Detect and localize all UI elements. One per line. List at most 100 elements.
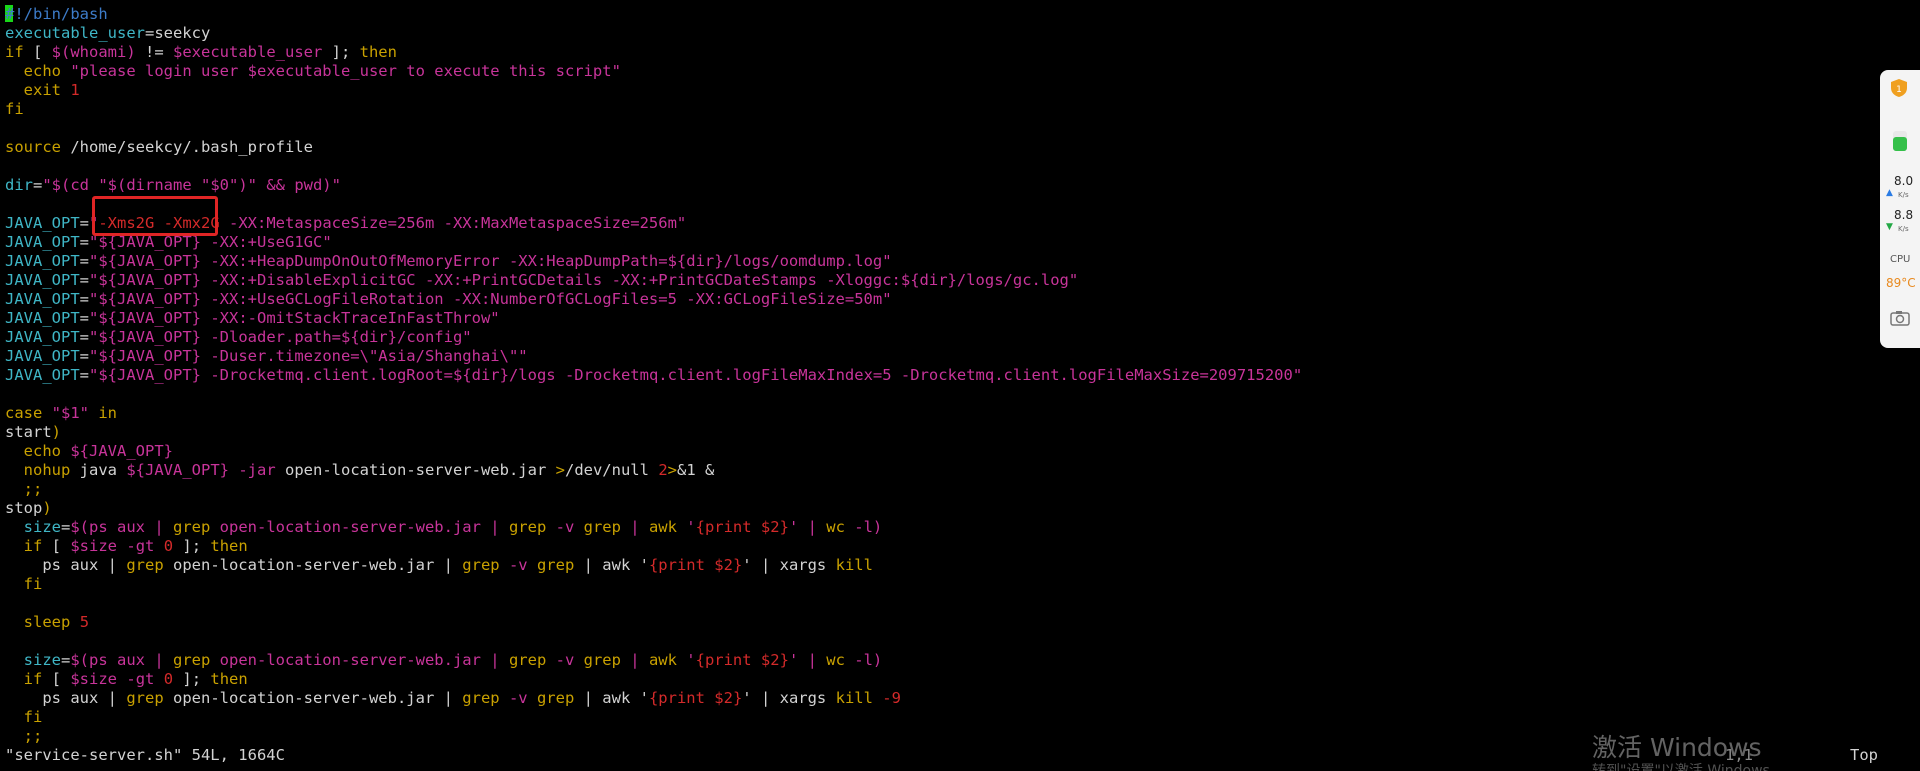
code-token: ;; bbox=[23, 727, 43, 745]
code-line[interactable]: source /home/seekcy/.bash_profile bbox=[5, 138, 313, 157]
code-line[interactable]: JAVA_OPT="${JAVA_OPT} -XX:+HeapDumpOnOut… bbox=[5, 252, 892, 271]
code-line[interactable]: ps aux | grep open-location-server-web.j… bbox=[5, 556, 873, 575]
code-token: 1 bbox=[70, 81, 80, 99]
highlight-annotation-box bbox=[92, 196, 218, 236]
security-shield-icon[interactable]: 1 bbox=[1890, 78, 1908, 98]
code-line[interactable]: if [ $size -gt 0 ]; then bbox=[5, 537, 248, 556]
code-token: then bbox=[210, 670, 248, 688]
code-line[interactable]: sleep 5 bbox=[5, 613, 89, 632]
code-line[interactable]: fi bbox=[5, 100, 24, 119]
code-line[interactable]: stop) bbox=[5, 499, 52, 518]
code-line[interactable]: ;; bbox=[5, 727, 43, 746]
code-line[interactable]: size=$(ps aux | grep open-location-serve… bbox=[5, 518, 883, 537]
code-token: 0 bbox=[163, 670, 174, 688]
code-token: JAVA_OPT bbox=[5, 328, 80, 346]
code-token: ' bbox=[676, 651, 696, 669]
code-token: {print $2} bbox=[648, 556, 743, 574]
code-token: $(whoami) bbox=[51, 43, 136, 61]
screenshot-camera-icon[interactable] bbox=[1890, 310, 1910, 326]
code-line[interactable]: dir="$(cd "$(dirname "$0")" && pwd)" bbox=[5, 176, 341, 195]
code-line[interactable]: fi bbox=[5, 575, 43, 594]
code-token: ${dir} bbox=[667, 252, 724, 270]
code-line[interactable]: start) bbox=[5, 423, 61, 442]
code-token: != bbox=[135, 43, 173, 61]
code-token: ${JAVA_OPT} bbox=[98, 328, 201, 346]
code-token: JAVA_OPT bbox=[5, 309, 80, 327]
code-token: -v bbox=[508, 556, 528, 574]
code-token: if bbox=[5, 43, 24, 61]
code-token: ${JAVA_OPT} bbox=[98, 347, 201, 365]
code-line[interactable]: JAVA_OPT="${JAVA_OPT} -Duser.timezone=\"… bbox=[5, 347, 528, 366]
code-token: wc bbox=[826, 651, 845, 669]
code-line[interactable]: case "$1" in bbox=[5, 404, 117, 423]
upload-unit: K/s bbox=[1898, 191, 1909, 199]
code-token: echo bbox=[23, 442, 61, 460]
code-line[interactable]: ps aux | grep open-location-server-web.j… bbox=[5, 689, 901, 708]
code-token: fi bbox=[23, 708, 43, 726]
cpu-label: CPU bbox=[1890, 254, 1911, 265]
code-line[interactable]: echo "please login user $executable_user… bbox=[5, 62, 621, 81]
code-token: " bbox=[89, 347, 99, 365]
code-token: ${dir} bbox=[340, 328, 397, 346]
code-token: -XX:MetaspaceSize=256m -XX:MaxMetaspaceS… bbox=[219, 214, 687, 232]
code-token: /logs/oomdump.log" bbox=[723, 252, 892, 270]
code-token: grep bbox=[462, 689, 500, 707]
code-token: open-location-server-web.jar | bbox=[210, 518, 509, 536]
code-token: | awk ' bbox=[574, 689, 649, 707]
code-token: in bbox=[98, 404, 118, 422]
code-token: ${JAVA_OPT} bbox=[98, 271, 201, 289]
code-token: grep bbox=[462, 556, 500, 574]
code-line[interactable]: executable_user=seekcy bbox=[5, 24, 210, 43]
code-token: = bbox=[79, 214, 89, 232]
code-token: kill bbox=[835, 556, 873, 574]
code-token: " bbox=[89, 290, 99, 308]
code-token: " bbox=[89, 328, 99, 346]
code-line[interactable]: JAVA_OPT="${JAVA_OPT} -XX:+DisableExplic… bbox=[5, 271, 1078, 290]
code-token: $(ps aux | bbox=[70, 518, 173, 536]
system-monitor-widget[interactable]: 1 8.0 ▲ K/s 8.8 ▼ K/s CPU 89°C bbox=[1880, 70, 1920, 348]
code-token: &1 & bbox=[677, 461, 715, 479]
memory-gauge-icon[interactable] bbox=[1892, 130, 1908, 152]
code-token: ' | bbox=[788, 518, 827, 536]
code-token: $size bbox=[70, 537, 118, 555]
code-token: [ bbox=[42, 537, 71, 555]
code-token: -XX:+UseG1GC" bbox=[201, 233, 332, 251]
code-line[interactable]: if [ $(whoami) != $executable_user ]; th… bbox=[5, 43, 397, 62]
code-token: sleep bbox=[23, 613, 71, 631]
code-line[interactable]: size=$(ps aux | grep open-location-serve… bbox=[5, 651, 883, 670]
code-line[interactable]: echo ${JAVA_OPT} bbox=[5, 442, 173, 461]
code-line[interactable]: nohup java ${JAVA_OPT} -jar open-locatio… bbox=[5, 461, 715, 480]
code-token: to execute this script" bbox=[396, 62, 621, 80]
code-token: 0 bbox=[163, 537, 174, 555]
code-token: JAVA_OPT bbox=[5, 347, 80, 365]
code-token: = bbox=[61, 651, 71, 669]
code-line[interactable]: if [ $size -gt 0 ]; then bbox=[5, 670, 248, 689]
code-token: ${JAVA_OPT} bbox=[126, 461, 229, 479]
windows-activation-subtitle: 转到"设置"以激活 Windows。 bbox=[1592, 763, 1784, 771]
code-line[interactable]: fi bbox=[5, 708, 43, 727]
code-token: 5 bbox=[79, 613, 90, 631]
code-token: ${JAVA_OPT} bbox=[98, 309, 201, 327]
code-line[interactable]: JAVA_OPT="${JAVA_OPT} -XX:-OmitStackTrac… bbox=[5, 309, 500, 328]
code-line[interactable]: JAVA_OPT="${JAVA_OPT} -Dloader.path=${di… bbox=[5, 328, 472, 347]
code-token: executable_user bbox=[5, 24, 145, 42]
code-line[interactable]: exit 1 bbox=[5, 81, 80, 100]
code-token: $executable_user bbox=[173, 43, 323, 61]
code-line[interactable]: #!/bin/bash bbox=[5, 5, 108, 24]
code-token: > bbox=[555, 461, 565, 479]
code-line[interactable]: ;; bbox=[5, 480, 43, 499]
code-line[interactable]: JAVA_OPT="${JAVA_OPT} -XX:+UseGCLogFileR… bbox=[5, 290, 892, 309]
code-token: " && pwd)" bbox=[247, 176, 341, 194]
vim-editor[interactable]: #!/bin/bash executable_user=seekcy if [ $(… bbox=[0, 0, 1888, 771]
code-token: /logs -Drocketmq.client.logFileMaxIndex=… bbox=[508, 366, 1303, 384]
svg-text:1: 1 bbox=[1896, 85, 1902, 95]
code-line[interactable]: JAVA_OPT="${JAVA_OPT} -Drocketmq.client.… bbox=[5, 366, 1302, 385]
code-token: -XX:-OmitStackTraceInFastThrow" bbox=[201, 309, 500, 327]
